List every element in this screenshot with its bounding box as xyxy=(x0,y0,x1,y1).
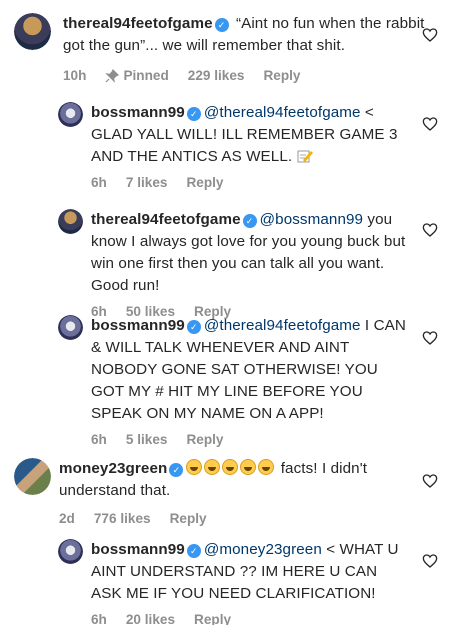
pinned-label: Pinned xyxy=(105,68,169,83)
reply-item: bossmann99 ✓ @thereal94feetofgame < GLAD Y… xyxy=(58,102,418,190)
heart-outline-icon[interactable] xyxy=(422,116,438,132)
verified-badge-icon: ✓ xyxy=(214,18,229,32)
reply-button[interactable]: Reply xyxy=(263,68,300,83)
reply-item: thereal94feetofgame ✓ @bossmann99 you know… xyxy=(58,209,418,319)
verified-badge-icon: ✓ xyxy=(186,544,201,558)
avatar[interactable] xyxy=(14,458,51,495)
avatar[interactable] xyxy=(58,315,83,340)
reply-button[interactable]: Reply xyxy=(170,511,207,526)
avatar[interactable] xyxy=(58,209,83,234)
comment-time: 6h xyxy=(91,612,107,625)
verified-badge-icon: ✓ xyxy=(242,214,257,228)
likes-count[interactable]: 7 likes xyxy=(126,175,168,190)
comment-time: 6h xyxy=(91,432,107,447)
comment-item: thereal94feetofgame ✓ “Aint no fun when t… xyxy=(14,13,424,83)
comment-time: 10h xyxy=(63,68,87,83)
comment-time: 2d xyxy=(59,511,75,526)
comment-item: money23green ✓ facts! I didn't understand… xyxy=(14,458,414,526)
rolling-laughing-emoji-icon xyxy=(222,459,239,475)
reply-button[interactable]: Reply xyxy=(186,432,223,447)
likes-count[interactable]: 776 likes xyxy=(94,511,151,526)
likes-count[interactable]: 20 likes xyxy=(126,612,175,625)
rolling-laughing-emoji-icon xyxy=(240,459,257,475)
rolling-laughing-emoji-icon xyxy=(258,459,275,475)
rolling-laughing-emoji-icon xyxy=(204,459,221,475)
avatar[interactable] xyxy=(58,102,83,127)
comment-username[interactable]: thereal94feetofgame xyxy=(63,15,213,32)
verified-badge-icon: ✓ xyxy=(186,320,201,334)
heart-outline-icon[interactable] xyxy=(422,553,438,569)
comment-username[interactable]: bossmann99 xyxy=(91,541,185,558)
mention-link[interactable]: @thereal94feetofgame xyxy=(204,104,361,121)
mention-link[interactable]: @money23green xyxy=(204,541,322,558)
avatar[interactable] xyxy=(58,539,83,564)
rolling-laughing-emoji-icon xyxy=(186,459,203,475)
verified-badge-icon: ✓ xyxy=(169,463,184,477)
heart-outline-icon[interactable] xyxy=(422,330,438,346)
reply-item: bossmann99 ✓ @money23green < WHAT U AINT U… xyxy=(58,539,418,625)
comment-username[interactable]: bossmann99 xyxy=(91,317,185,334)
likes-count[interactable]: 229 likes xyxy=(188,68,245,83)
heart-outline-icon[interactable] xyxy=(422,473,438,489)
comment-username[interactable]: money23green xyxy=(59,460,167,477)
reply-button[interactable]: Reply xyxy=(194,612,231,625)
comment-username[interactable]: thereal94feetofgame xyxy=(91,211,241,228)
reply-item: bossmann99 ✓ @thereal94feetofgame I CAN & … xyxy=(58,315,418,447)
avatar[interactable] xyxy=(14,13,51,50)
comment-time: 6h xyxy=(91,175,107,190)
likes-count[interactable]: 5 likes xyxy=(126,432,168,447)
heart-outline-icon[interactable] xyxy=(422,222,438,238)
verified-badge-icon: ✓ xyxy=(186,107,201,121)
pin-icon xyxy=(105,68,120,83)
reply-button[interactable]: Reply xyxy=(186,175,223,190)
memo-pencil-emoji-icon xyxy=(297,150,313,163)
mention-link[interactable]: @thereal94feetofgame xyxy=(204,317,361,334)
comment-username[interactable]: bossmann99 xyxy=(91,104,185,121)
heart-outline-icon[interactable] xyxy=(422,27,438,43)
mention-link[interactable]: @bossmann99 xyxy=(260,211,363,228)
